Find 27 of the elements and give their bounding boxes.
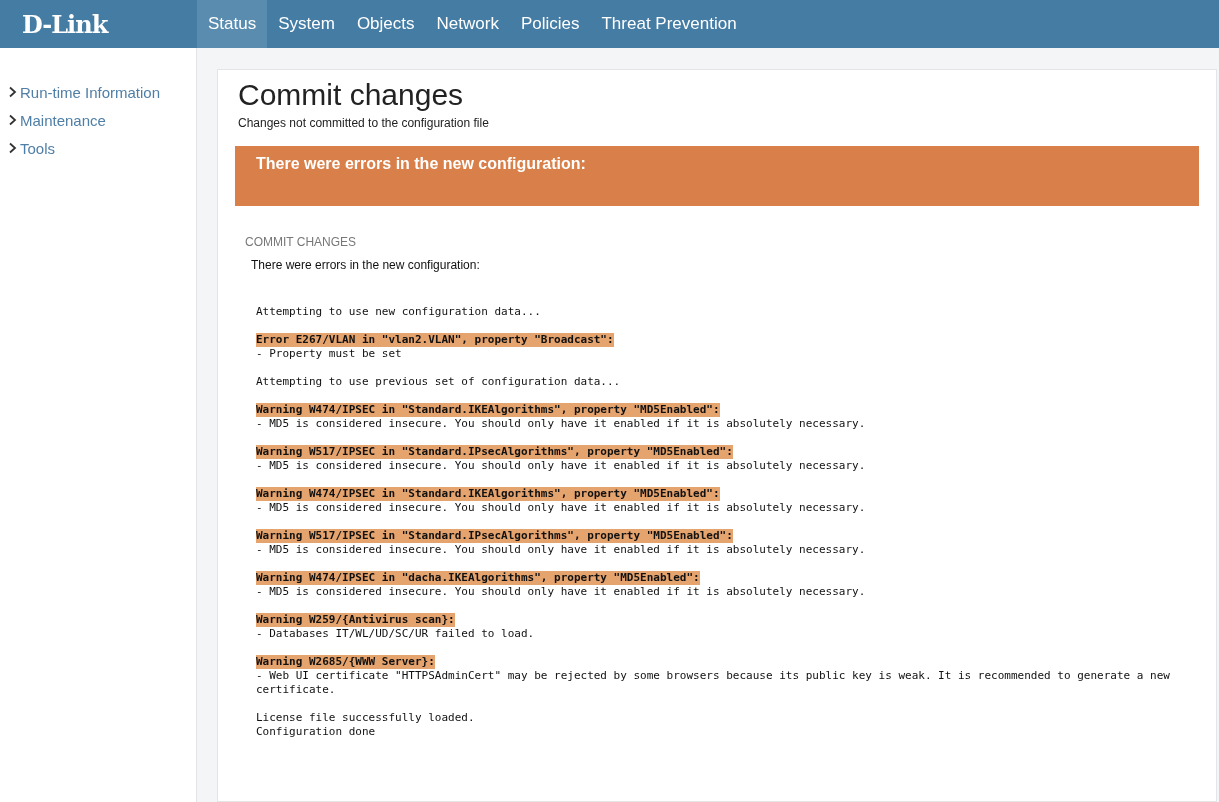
nav-tab[interactable]: Threat Prevention	[590, 0, 748, 48]
log-line: - Databases IT/WL/UD/SC/UR failed to load.	[256, 627, 535, 641]
nav-tab[interactable]: Objects	[345, 0, 426, 48]
error-banner: There were errors in the new configuration:	[235, 146, 1199, 206]
log-line: - MD5 is considered insecure. You should only have it enabled if it is absolutely necessary.	[256, 543, 866, 557]
nav-tab[interactable]: System	[267, 0, 346, 48]
logo[interactable]: D-Link	[22, 9, 108, 39]
log-line: - MD5 is considered insecure. You should only have it enabled if it is absolutely necessary.	[256, 501, 866, 515]
log-line: Configuration done	[256, 725, 376, 739]
log-line: License file successfully loaded.	[256, 711, 475, 725]
log-line: - MD5 is considered insecure. You should only have it enabled if it is absolutely necessary.	[256, 459, 866, 473]
sidebar-item[interactable]: Maintenance	[0, 106, 196, 134]
sidebar-item[interactable]: Run-time Information	[0, 78, 196, 106]
nav-tab[interactable]: Policies	[509, 0, 591, 48]
log-line: - MD5 is considered insecure. You should only have it enabled if it is absolutely necessary.	[256, 417, 866, 431]
log-line: Attempting to use previous set of configuration data...	[256, 375, 621, 389]
log-line: - MD5 is considered insecure. You should only have it enabled if it is absolutely necessary.	[256, 585, 866, 599]
log-line: - Web UI certificate "HTTPSAdminCert" may be rejected by some browsers because its public key is weak. It is recommended to generate a new certificate.	[256, 669, 1171, 697]
page-subtitle: Changes not committed to the configuration file	[238, 116, 489, 130]
log-line: - Property must be set	[256, 347, 402, 361]
nav-tab[interactable]: Status	[197, 0, 268, 48]
section-heading: COMMIT CHANGES	[245, 235, 357, 249]
nav-tab[interactable]: Network	[425, 0, 510, 48]
page-title: Commit changes	[237, 77, 465, 112]
sidebar-item[interactable]: Tools	[0, 134, 196, 162]
error-message: There were errors in the new configuration:	[251, 258, 480, 272]
log-line: Attempting to use new configuration data...	[256, 305, 541, 319]
